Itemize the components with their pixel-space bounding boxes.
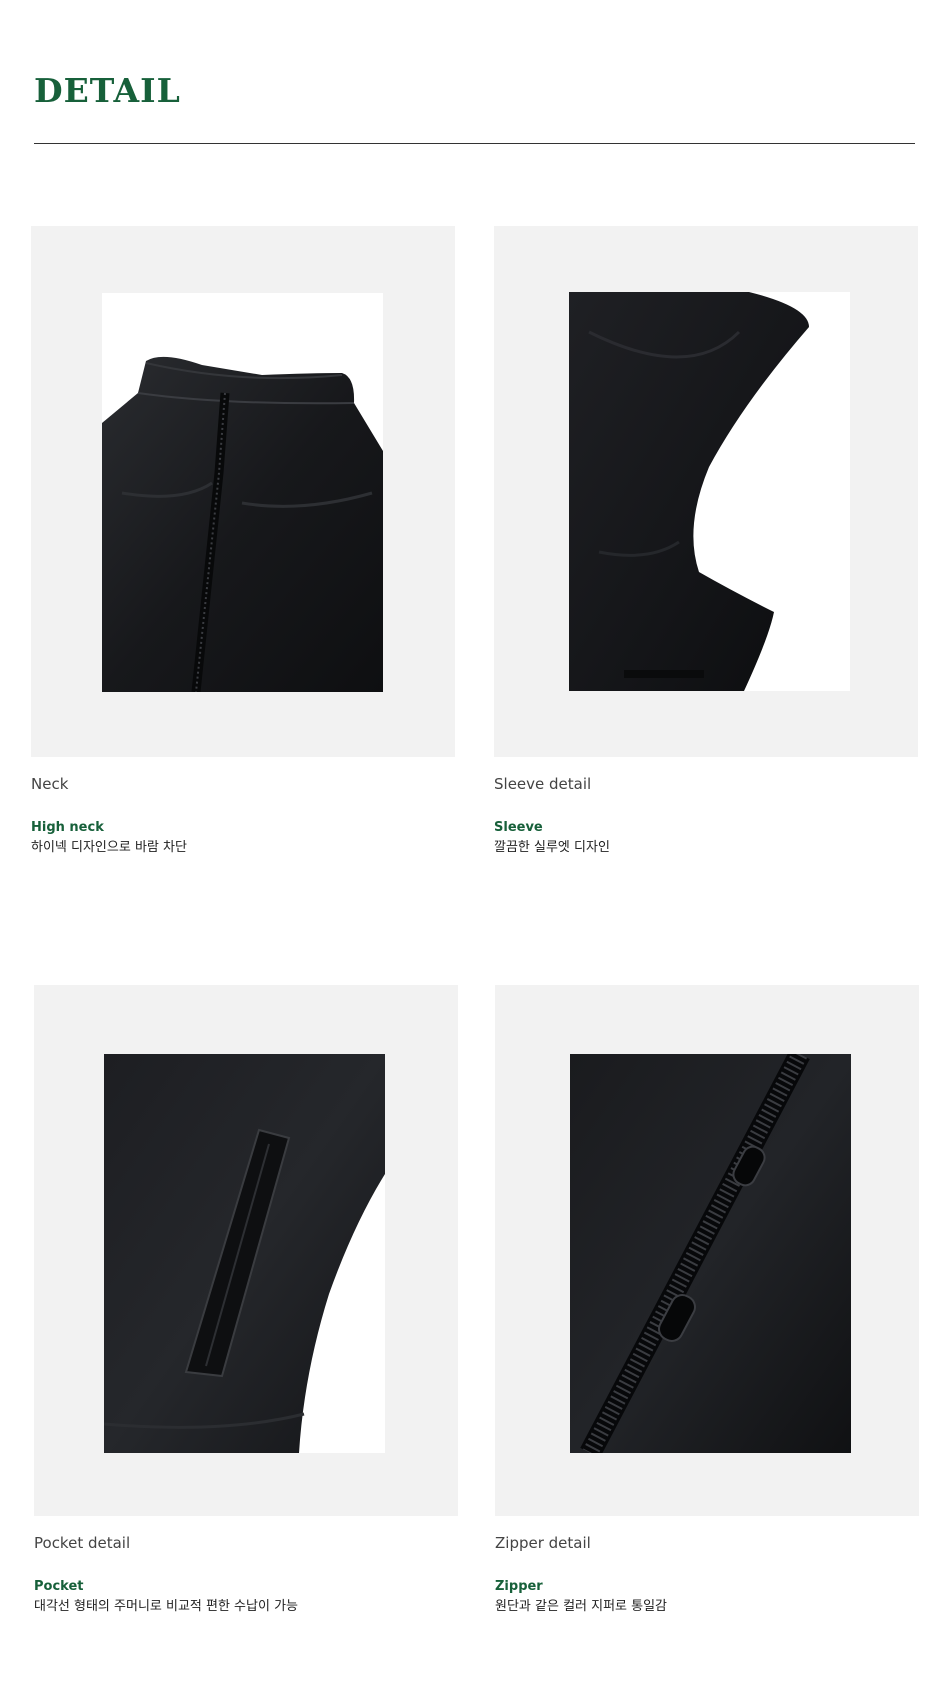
detail-card-zipper: Zipper detail Zipper 원단과 같은 컬러 지퍼로 통일감 — [495, 985, 919, 1613]
detail-description: 대각선 형태의 주머니로 비교적 편한 수납이 가능 — [34, 1599, 298, 1614]
detail-highlight: Zipper — [495, 1579, 543, 1594]
title-divider — [34, 143, 915, 144]
detail-highlight: Sleeve — [494, 820, 543, 835]
detail-card-sleeve: Sleeve detail Sleeve 깔끔한 실루엣 디자인 — [494, 226, 918, 854]
photo-frame — [34, 985, 458, 1516]
section-title: DETAIL — [34, 71, 181, 110]
detail-highlight: High neck — [31, 820, 104, 835]
detail-label: Sleeve detail — [494, 775, 592, 793]
detail-card-neck: Neck High neck 하이넥 디자인으로 바람 차단 — [31, 226, 455, 854]
neck-photo — [102, 293, 383, 692]
detail-card-pocket: Pocket detail Pocket 대각선 형태의 주머니로 비교적 편한… — [34, 985, 458, 1613]
photo-frame — [494, 226, 918, 757]
zipper-illustration — [570, 1054, 851, 1453]
detail-label: Neck — [31, 775, 69, 793]
zipper-photo — [570, 1054, 851, 1453]
neck-illustration — [102, 356, 383, 692]
sleeve-illustration — [569, 292, 809, 691]
detail-label: Zipper detail — [495, 1534, 591, 1552]
pocket-illustration — [104, 1054, 385, 1453]
detail-description: 하이넥 디자인으로 바람 차단 — [31, 840, 187, 855]
photo-frame — [495, 985, 919, 1516]
detail-label: Pocket detail — [34, 1534, 131, 1552]
sleeve-photo — [569, 292, 850, 691]
photo-frame — [31, 226, 455, 757]
detail-description: 원단과 같은 컬러 지퍼로 통일감 — [495, 1599, 668, 1614]
detail-highlight: Pocket — [34, 1579, 84, 1594]
detail-description: 깔끔한 실루엣 디자인 — [494, 840, 610, 855]
pocket-photo — [104, 1054, 385, 1453]
